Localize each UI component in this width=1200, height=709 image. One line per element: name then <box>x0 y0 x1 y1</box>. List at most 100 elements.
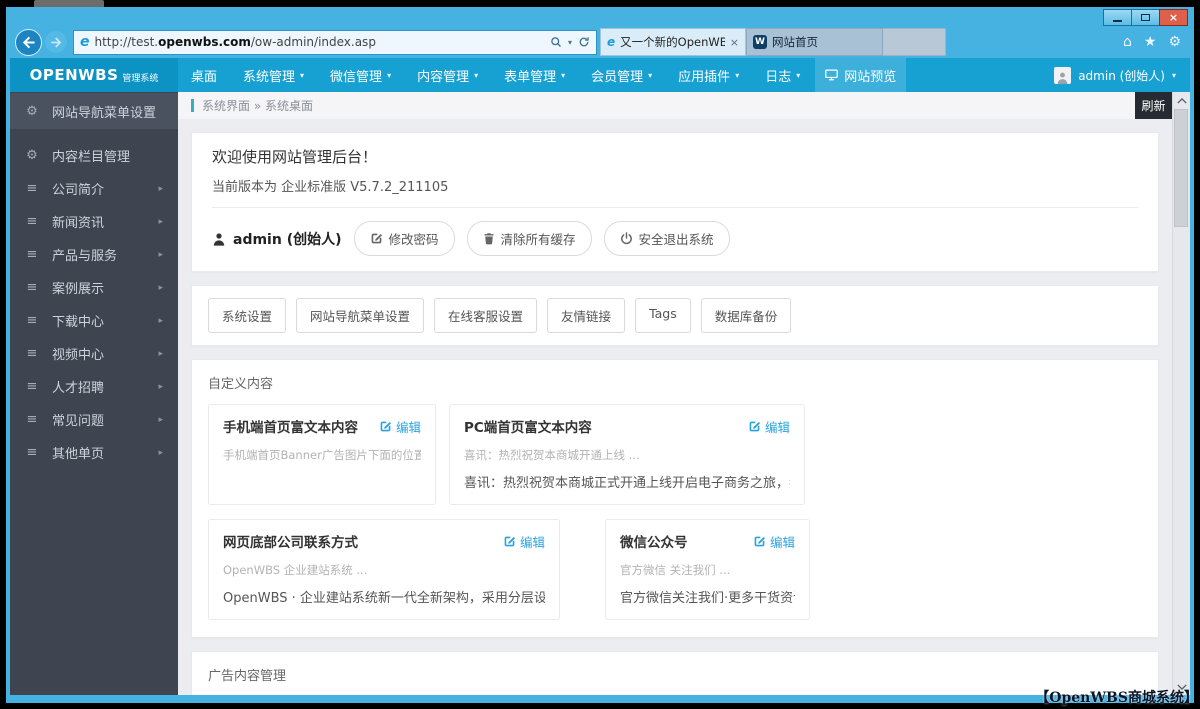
maximize-button[interactable] <box>1131 9 1160 26</box>
refresh-icon[interactable] <box>578 36 590 48</box>
refresh-button[interactable]: 刷新 <box>1135 92 1172 119</box>
menu-plugins[interactable]: 应用插件 ▾ <box>665 58 752 92</box>
chevron-right-icon: ▸ <box>158 447 163 458</box>
edit-link[interactable]: 编辑 <box>379 417 421 436</box>
sidebar-item-recruitment[interactable]: ≡ 人才招聘 ▸ <box>10 370 178 403</box>
forward-button[interactable] <box>45 31 67 53</box>
new-tab-button[interactable] <box>883 28 946 56</box>
edit-link[interactable]: 编辑 <box>748 417 790 436</box>
divider <box>212 207 1138 208</box>
menu-desktop[interactable]: 桌面 <box>178 58 230 92</box>
menu-members[interactable]: 会员管理 ▾ <box>578 58 665 92</box>
list-icon: ≡ <box>26 379 38 394</box>
sidebar-item-cases[interactable]: ≡ 案例展示 ▸ <box>10 271 178 304</box>
chevron-right-icon: ▸ <box>158 183 163 194</box>
card-mobile-home-richtext: 手机端首页富文本内容 编辑 手机端首页Banner广告图片下面的位置内容 <box>208 404 436 505</box>
user-menu[interactable]: admin (创始人) ▾ <box>1054 58 1190 92</box>
sidebar-item-other-pages[interactable]: ≡ 其他单页 ▸ <box>10 436 178 469</box>
card-wechat-official: 微信公众号 编辑 官方微信 关注我们 ... 官方微信关注我们·更多干货资讯， <box>605 519 810 620</box>
admin-topbar: OPENWBS 管理系统 桌面 系统管理 ▾ 微信管理 ▾ 内容管理 ▾ 表单管理 ▾ … <box>10 58 1190 92</box>
list-icon: ≡ <box>26 412 38 427</box>
logout-button[interactable]: 安全退出系统 <box>603 221 730 256</box>
favorites-star-icon[interactable]: ★ <box>1144 34 1157 50</box>
minimize-icon <box>1113 19 1122 22</box>
card-pc-home-richtext: PC端首页富文本内容 编辑 喜讯：热烈祝贺本商城开通上线 ... 喜讯：热烈祝贺… <box>449 404 805 505</box>
settings-gear-icon[interactable]: ⚙ <box>1168 34 1181 50</box>
openwbs-logo: OPENWBS 管理系统 <box>10 58 178 92</box>
tab-title: 又一个新的OpenWBS站点 ... <box>620 35 725 49</box>
edit-link[interactable]: 编辑 <box>503 532 545 551</box>
welcome-title: 欢迎使用网站管理后台！ <box>212 148 378 166</box>
chevron-right-icon: ▸ <box>158 282 163 293</box>
menu-wechat[interactable]: 微信管理 ▾ <box>317 58 404 92</box>
edit-icon <box>380 421 392 431</box>
menu-forms[interactable]: 表单管理 ▾ <box>491 58 578 92</box>
gear-icon: ⚙ <box>26 103 38 119</box>
tab-close-icon[interactable]: × <box>730 36 739 49</box>
address-bar-tools: ▾ <box>550 36 590 48</box>
chevron-down-icon: ▾ <box>796 70 801 80</box>
openwbs-favicon: W <box>753 35 767 49</box>
logo-text: OPENWBS <box>29 66 119 84</box>
quick-links-panel: 系统设置 网站导航菜单设置 在线客服设置 友情链接 Tags 数据库备份 <box>191 285 1159 346</box>
chevron-down-icon: ▾ <box>735 70 740 80</box>
sidebar-item-news[interactable]: ≡ 新闻资讯 ▸ <box>10 205 178 238</box>
chevron-right-icon: ▸ <box>158 348 163 359</box>
edit-icon <box>754 536 766 546</box>
list-icon: ≡ <box>26 181 38 196</box>
browser-window: × e http://test.openwbs.com/ow-admin/ind… <box>6 7 1194 703</box>
home-icon[interactable]: ⌂ <box>1123 34 1132 50</box>
list-icon: ≡ <box>26 280 38 295</box>
sidebar-item-content-columns[interactable]: ⚙ 内容栏目管理 <box>10 139 178 172</box>
tab-openwbs-site[interactable]: e 又一个新的OpenWBS站点 ... × <box>600 28 746 56</box>
scrollbar-thumb[interactable] <box>1174 109 1188 227</box>
search-icon[interactable] <box>550 36 562 48</box>
tab-strip: e 又一个新的OpenWBS站点 ... × W 网站首页 <box>600 28 946 56</box>
close-button[interactable]: × <box>1159 9 1188 26</box>
minimize-button[interactable] <box>1103 9 1132 26</box>
menu-content[interactable]: 内容管理 ▾ <box>404 58 491 92</box>
sidebar-item-nav-menu-settings[interactable]: ⚙ 网站导航菜单设置 <box>10 93 178 129</box>
person-icon <box>1057 72 1068 84</box>
menu-system[interactable]: 系统管理 ▾ <box>230 58 317 92</box>
chevron-down-icon: ▾ <box>1171 70 1176 80</box>
sidebar-item-products[interactable]: ≡ 产品与服务 ▸ <box>10 238 178 271</box>
sidebar-item-videos[interactable]: ≡ 视频中心 ▸ <box>10 337 178 370</box>
window-titlebar[interactable]: × <box>10 7 1190 26</box>
main-content: 系统界面 » 系统桌面 刷新 欢迎使用网站管理后台！ 当前版本为 企业标准版 V… <box>178 92 1172 695</box>
menu-logs[interactable]: 日志 ▾ <box>752 58 813 92</box>
current-user: admin (创始人) <box>212 229 342 249</box>
list-icon: ≡ <box>26 247 38 262</box>
back-button[interactable] <box>15 28 42 56</box>
maximize-icon <box>1141 14 1150 21</box>
chevron-down-icon[interactable]: ▾ <box>568 38 572 47</box>
admin-app: OPENWBS 管理系统 桌面 系统管理 ▾ 微信管理 ▾ 内容管理 ▾ 表单管理 ▾ … <box>10 58 1190 695</box>
site-preview-button[interactable]: 网站预览 <box>815 58 907 92</box>
sidebar-item-downloads[interactable]: ≡ 下载中心 ▸ <box>10 304 178 337</box>
address-bar[interactable]: e http://test.openwbs.com/ow-admin/index… <box>73 29 597 55</box>
clear-cache-button[interactable]: 清除所有缓存 <box>466 221 592 256</box>
person-icon <box>213 232 225 246</box>
quicklink-system-settings[interactable]: 系统设置 <box>208 298 287 333</box>
sidebar-item-faq[interactable]: ≡ 常见问题 ▸ <box>10 403 178 436</box>
section-title: 自定义内容 <box>208 377 274 392</box>
quicklink-friend-links[interactable]: 友情链接 <box>547 298 626 333</box>
ads-panel: 广告内容管理 【PC端】首页banner 编辑 广告正常运行中 <box>191 651 1159 695</box>
quicklink-nav-menu-settings[interactable]: 网站导航菜单设置 <box>296 298 425 333</box>
power-icon <box>620 232 632 245</box>
url-text[interactable]: http://test.openwbs.com/ow-admin/index.a… <box>95 35 545 49</box>
scroll-up-button[interactable] <box>1173 92 1190 109</box>
sidebar-item-company-profile[interactable]: ≡ 公司简介 ▸ <box>10 172 178 205</box>
quicklink-online-service[interactable]: 在线客服设置 <box>434 298 538 333</box>
quicklink-tags[interactable]: Tags <box>635 298 691 333</box>
section-title: 广告内容管理 <box>208 669 287 684</box>
edit-icon <box>504 536 516 546</box>
admin-menu: 桌面 系统管理 ▾ 微信管理 ▾ 内容管理 ▾ 表单管理 ▾ 会员管理 ▾ 应用插件 ▾ 日… <box>178 58 907 92</box>
chevron-right-icon: ▸ <box>158 315 163 326</box>
change-password-button[interactable]: 修改密码 <box>353 221 455 256</box>
scrollbar[interactable] <box>1172 92 1190 695</box>
quicklink-db-backup[interactable]: 数据库备份 <box>700 298 792 333</box>
list-icon: ≡ <box>26 313 38 328</box>
tab-site-home[interactable]: W 网站首页 <box>746 28 883 56</box>
edit-link[interactable]: 编辑 <box>753 532 795 551</box>
